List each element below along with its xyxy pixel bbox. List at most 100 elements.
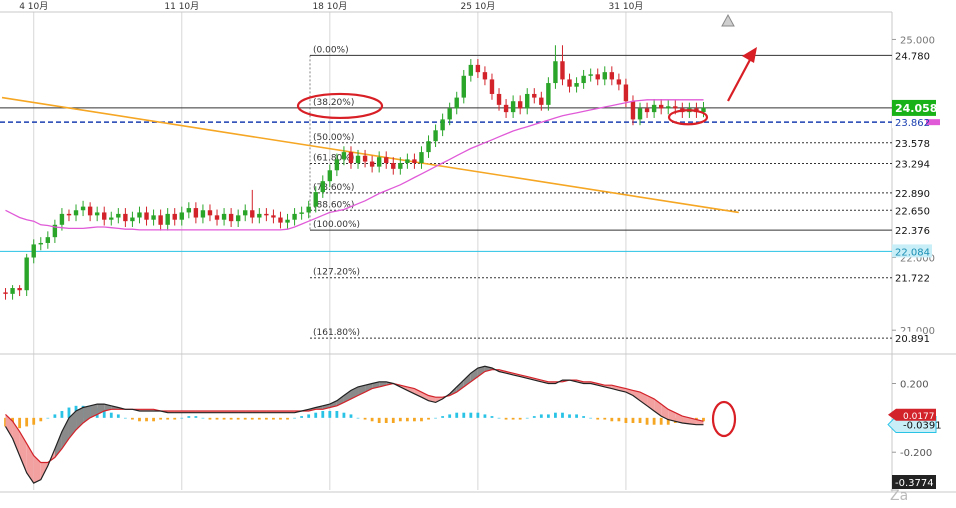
candle-body: [38, 242, 43, 245]
candle-body: [355, 155, 361, 164]
macd-histogram-bar: [582, 416, 586, 418]
macd-histogram-bar: [469, 412, 473, 418]
candle-body: [271, 215, 276, 218]
candles: [3, 45, 706, 300]
fib-value-label: 24.780: [895, 51, 930, 62]
macd-histogram-bar: [384, 417, 388, 423]
fib-level-label: (0.00%): [313, 45, 349, 55]
macd-histogram-bar: [546, 414, 550, 418]
candle-body: [616, 79, 622, 85]
candle-body: [193, 208, 199, 218]
fib-value-label: 22.890: [895, 189, 930, 200]
date-label: 4 10月: [19, 1, 48, 12]
macd-histogram-bar: [391, 417, 395, 423]
macd-histogram-bar: [60, 410, 64, 418]
macd-histogram-bar: [377, 417, 381, 423]
macd-histogram-bar: [420, 417, 423, 422]
macd-histogram-bar: [53, 414, 57, 418]
candle-body: [250, 210, 255, 218]
macd-histogram-bar: [476, 412, 480, 418]
candle-body: [637, 108, 643, 120]
macd-histogram-bar: [335, 410, 339, 418]
macd-histogram-bar: [180, 417, 184, 419]
macd-histogram-bar: [257, 417, 261, 420]
candle-body: [489, 79, 495, 94]
macd-histogram-bar: [434, 417, 437, 419]
macd-histogram-bar: [39, 417, 43, 422]
candle-body: [285, 219, 290, 223]
macd-histogram-bar: [617, 417, 621, 422]
labels: 24.780 23.578 23.294 22.890 22.650 22.376 21.7…: [887, 48, 942, 504]
candle-body: [666, 106, 671, 109]
fib-value-label: 23.578: [895, 139, 930, 150]
candle-body: [623, 84, 629, 102]
candle-body: [341, 152, 347, 160]
candle-body: [207, 210, 213, 216]
candle-body: [87, 206, 93, 216]
candle-body: [539, 97, 544, 105]
trading-chart: 4 10月 11 10月 18 10月 25 10月 31 10月 25.000 22.00…: [0, 0, 956, 504]
macd-histogram-bar: [363, 417, 367, 420]
fib-level-label: (38.20%): [313, 98, 354, 108]
macd-histogram-bar: [652, 417, 656, 425]
last-price-label: 24.058: [895, 102, 937, 115]
macd-histogram-bar: [568, 414, 571, 418]
dashed-level-label: 23.862: [895, 118, 930, 129]
candle-body: [440, 119, 445, 131]
candle-body: [10, 288, 15, 294]
candle-body: [546, 83, 551, 105]
macd-histogram-bar: [166, 417, 170, 420]
fib-value-label: 23.294: [895, 159, 930, 170]
candle-body: [313, 192, 318, 207]
cyan-level-label: 22.084: [895, 247, 930, 258]
macd-histogram-bar: [370, 417, 374, 422]
macd-histogram-bar: [250, 417, 254, 420]
candle-body: [257, 213, 262, 218]
candle-body: [644, 108, 650, 113]
macd-histogram-bar: [596, 417, 600, 420]
macd-histogram-bar: [300, 416, 304, 418]
candle-body: [80, 206, 86, 211]
candle-body: [334, 159, 340, 171]
candle-body: [588, 74, 593, 76]
candle-body: [31, 244, 36, 258]
macd-histogram-bar: [243, 417, 247, 420]
candle-body: [165, 213, 170, 225]
macd-histogram-bar: [490, 416, 494, 418]
macd-layer: [4, 365, 705, 484]
candle-body: [496, 93, 502, 105]
macd-histogram-bar: [603, 417, 607, 420]
macd-histogram-bar: [511, 417, 515, 420]
macd-histogram-bar: [659, 417, 663, 425]
candle-body: [243, 210, 248, 216]
candle-body: [447, 108, 452, 120]
macd-histogram-bar: [236, 417, 240, 420]
chart-svg: 4 10月 11 10月 18 10月 25 10月 31 10月25.00022.00…: [0, 1, 956, 504]
macd-histogram-bar: [201, 417, 205, 419]
macd-histogram-bar: [145, 417, 148, 422]
candle-body: [172, 213, 177, 220]
candle-body: [200, 210, 206, 218]
macd-tick-label: 0.200: [900, 379, 929, 390]
highlight-ellipse-macd: [711, 400, 737, 438]
macd-histogram-bar: [610, 417, 614, 422]
candle-body: [94, 212, 100, 216]
macd-histogram-bar: [356, 417, 360, 419]
macd-histogram-bar: [638, 417, 642, 423]
candle-body: [412, 159, 417, 164]
candle-body: [264, 213, 269, 216]
scroll-marker-icon: [721, 13, 735, 27]
candle-body: [475, 64, 481, 73]
candle-body: [327, 170, 333, 182]
reference-lines: [0, 96, 892, 252]
macd-histogram-bar: [342, 412, 346, 418]
macd-histogram-bar: [561, 412, 564, 418]
date-label: 18 10月: [312, 1, 347, 12]
macd-histogram-bar: [624, 417, 628, 423]
candle-body: [461, 75, 466, 98]
macd-histogram-bar: [321, 410, 325, 418]
candle-body: [525, 93, 530, 109]
fib-level-label: (50.00%): [313, 133, 354, 143]
macd-histogram-bar: [631, 417, 635, 423]
macd-histogram-bar: [187, 416, 191, 418]
